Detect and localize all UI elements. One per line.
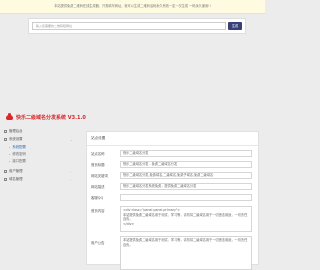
sidebar-item-domain-management[interactable]: 域名管理 <box>4 176 23 183</box>
sidebar-item-label: 管理后台 <box>9 129 23 133</box>
notice-banner: 本站提供免费二维码在线生成器，只需填写网址，就可以生成二维码活码永久有效一定一次… <box>0 0 265 14</box>
brand-header: 快乐二级域名分发系统 V3.1.0 <box>0 110 265 124</box>
bullet-icon <box>9 160 11 163</box>
home-content-label: 首页内容 <box>91 209 105 213</box>
site-name-field[interactable]: 快乐二级域名分发 <box>120 150 252 157</box>
sidebar-item-label: 接口配置 <box>12 159 26 163</box>
cloud-logo-icon <box>6 112 13 120</box>
brand-title[interactable]: 快乐二级域名分发系统 V3.1.0 <box>16 114 86 121</box>
settings-icon <box>4 138 7 141</box>
home-content-textarea[interactable]: <div class="panel panel-primary"> 本站提供免费… <box>120 206 252 232</box>
panel-title: 站点设置 <box>91 136 106 140</box>
notice-text: 本站提供免费二维码在线生成器，只需填写网址，就可以生成二维码活码永久有效一定一次… <box>54 4 211 8</box>
sidebar-item-change-password[interactable]: 修改密码 <box>9 151 26 158</box>
qq-field[interactable] <box>120 194 252 201</box>
divider <box>87 145 258 146</box>
keywords-label: 网站关键词 <box>91 174 108 178</box>
chevron-right-icon: › <box>70 170 72 174</box>
sidebar-item-admin[interactable]: 管理后台 <box>4 128 23 135</box>
search-input[interactable]: 输入您需要的二维码短网址 <box>32 22 226 30</box>
sidebar-item-system-config[interactable]: 系统配置 <box>9 144 26 151</box>
sidebar-nav: 管理后台 系统设置 ⌄ 系统配置 修改密码 接口配置 用户管理 › 域名管理 › <box>0 128 84 265</box>
user-notice-label: 用户公告 <box>91 241 105 245</box>
generate-button[interactable]: 生成 <box>228 22 242 30</box>
bullet-icon <box>9 153 11 156</box>
home-icon <box>4 130 7 133</box>
chevron-right-icon: › <box>70 178 72 182</box>
home-title-label: 首页标题 <box>91 163 105 167</box>
sidebar-item-label: 用户管理 <box>9 169 23 173</box>
home-title-field[interactable]: 快乐二级域名分发 - 免费二级域名分发 <box>120 161 252 168</box>
description-label: 网站描述 <box>91 185 105 189</box>
sidebar-item-label: 系统设置 <box>9 137 23 141</box>
qr-search-panel: 输入您需要的二维码短网址 生成 <box>28 18 246 34</box>
sidebar-item-api-config[interactable]: 接口配置 <box>9 158 26 165</box>
sidebar-item-label: 域名管理 <box>9 177 23 181</box>
settings-panel: 站点设置 站点名称 快乐二级域名分发 首页标题 快乐二级域名分发 - 免费二级域… <box>86 131 259 270</box>
sidebar-item-label: 系统配置 <box>12 145 26 149</box>
sidebar-item-label: 修改密码 <box>12 152 26 156</box>
qq-label: 客服QQ <box>91 196 104 200</box>
site-name-label: 站点名称 <box>91 152 105 156</box>
sidebar-item-user-management[interactable]: 用户管理 <box>4 168 23 175</box>
sidebar-item-system-settings[interactable]: 系统设置 <box>4 136 23 143</box>
keywords-field[interactable]: 快乐二级域名分发,免费域名,二级域名,免费子域名,免费二级域名 <box>120 172 252 179</box>
bullet-icon <box>9 146 11 149</box>
chevron-down-icon: ⌄ <box>70 138 73 142</box>
description-field[interactable]: 快乐二级域名分发系统免费，提供免费二级域名分发 <box>120 183 252 190</box>
user-icon <box>4 170 7 173</box>
domain-icon <box>4 178 7 181</box>
